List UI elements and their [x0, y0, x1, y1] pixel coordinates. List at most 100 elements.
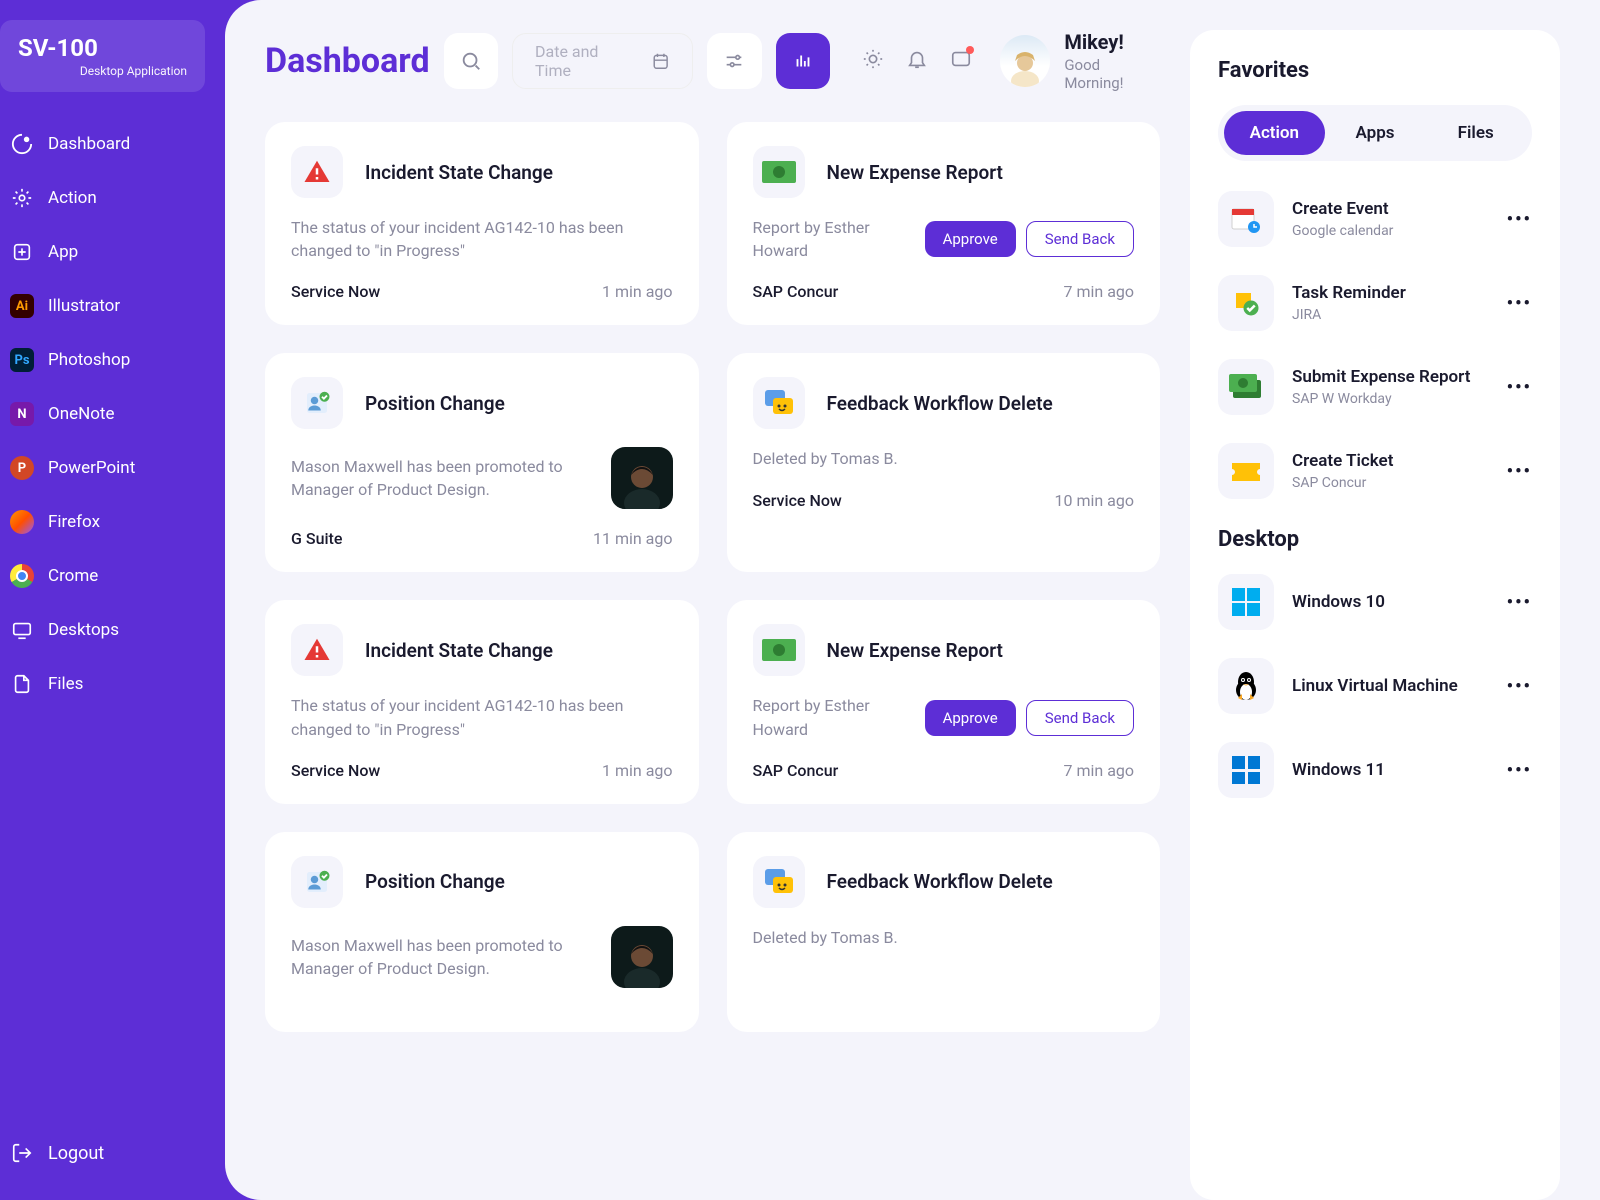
feed-card[interactable]: Feedback Workflow Delete Deleted by Toma… — [727, 832, 1161, 1032]
money-icon — [753, 146, 805, 198]
favorite-item[interactable]: Submit Expense Report SAP W Workday ••• — [1218, 359, 1532, 415]
date-time-picker[interactable]: Date and Time — [512, 33, 693, 89]
card-time: 1 min ago — [602, 761, 673, 780]
nav-action[interactable]: Action — [0, 171, 225, 225]
favorite-item[interactable]: Create Event Google calendar ••• — [1218, 191, 1532, 247]
nav-app[interactable]: App — [0, 225, 225, 279]
nav-label: Illustrator — [48, 296, 120, 316]
nav-chrome[interactable]: Crome — [0, 549, 225, 603]
feed-card[interactable]: Position Change Mason Maxwell has been p… — [265, 832, 699, 1032]
illustrator-icon: Ai — [10, 294, 34, 318]
card-text: Deleted by Tomas B. — [753, 447, 1135, 470]
alert-icon — [291, 624, 343, 676]
approve-button[interactable]: Approve — [925, 221, 1016, 257]
nav-label: OneNote — [48, 404, 115, 424]
person-icon — [291, 377, 343, 429]
card-text: Report by Esther Howard — [753, 216, 913, 262]
card-title: Incident State Change — [365, 639, 553, 662]
card-source: SAP Concur — [753, 761, 839, 780]
tab-files[interactable]: Files — [1425, 111, 1526, 155]
more-icon[interactable]: ••• — [1507, 209, 1532, 230]
card-source: Service Now — [291, 282, 380, 301]
feed-card[interactable]: Position Change Mason Maxwell has been p… — [265, 353, 699, 572]
card-source: Service Now — [291, 761, 380, 780]
card-text: Mason Maxwell has been promoted to Manag… — [291, 455, 599, 501]
stats-button[interactable] — [776, 33, 830, 89]
tab-action[interactable]: Action — [1224, 111, 1325, 155]
card-source: Service Now — [753, 491, 842, 510]
nav-firefox[interactable]: Firefox — [0, 495, 225, 549]
nav-photoshop[interactable]: Ps Photoshop — [0, 333, 225, 387]
tab-apps[interactable]: Apps — [1325, 111, 1426, 155]
desktop-item[interactable]: Windows 10 ••• — [1218, 574, 1532, 630]
header-icons — [862, 48, 972, 74]
nav: Dashboard Action App Ai Illustrator Ps P… — [0, 117, 225, 711]
favorite-item[interactable]: Create Ticket SAP Concur ••• — [1218, 443, 1532, 499]
theme-toggle[interactable] — [862, 48, 884, 74]
nav-illustrator[interactable]: Ai Illustrator — [0, 279, 225, 333]
desktop-list: Windows 10 ••• Linux Virtual Machine •••… — [1218, 574, 1532, 798]
favorite-title: Create Ticket — [1292, 451, 1489, 471]
nav-files[interactable]: Files — [0, 657, 225, 711]
card-title: New Expense Report — [827, 639, 1003, 662]
feedback-icon — [753, 856, 805, 908]
desktop-title-label: Windows 11 — [1292, 760, 1489, 780]
page-title: Dashboard — [265, 41, 430, 81]
favorite-sub: JIRA — [1292, 307, 1489, 323]
feed-card[interactable]: New Expense Report Report by Esther Howa… — [727, 122, 1161, 325]
approve-button[interactable]: Approve — [925, 700, 1016, 736]
card-source: G Suite — [291, 529, 342, 548]
card-time: 7 min ago — [1064, 761, 1135, 780]
card-text: Mason Maxwell has been promoted to Manag… — [291, 934, 599, 980]
user-name: Mikey! — [1064, 30, 1160, 54]
nav-dashboard[interactable]: Dashboard — [0, 117, 225, 171]
favorite-item[interactable]: Task Reminder JIRA ••• — [1218, 275, 1532, 331]
right-panel: Favorites Action Apps Files Create Event… — [1190, 30, 1560, 1200]
feed-card[interactable]: Feedback Workflow Delete Deleted by Toma… — [727, 353, 1161, 572]
nav-label: Crome — [48, 566, 98, 586]
nav-label: Photoshop — [48, 350, 130, 370]
desktop-item[interactable]: Linux Virtual Machine ••• — [1218, 658, 1532, 714]
more-icon[interactable]: ••• — [1507, 293, 1532, 314]
nav-label: Files — [48, 674, 83, 694]
inbox-button[interactable] — [950, 48, 972, 74]
powerpoint-icon: P — [10, 456, 34, 480]
more-icon[interactable]: ••• — [1507, 377, 1532, 398]
card-title: Position Change — [365, 392, 505, 415]
logout-button[interactable]: Logout — [0, 1126, 225, 1180]
calendar-icon — [1218, 191, 1274, 247]
send-back-button[interactable]: Send Back — [1026, 700, 1134, 736]
more-icon[interactable]: ••• — [1507, 760, 1532, 781]
desktop-item[interactable]: Windows 11 ••• — [1218, 742, 1532, 798]
card-text: Report by Esther Howard — [753, 694, 913, 740]
nav-powerpoint[interactable]: P PowerPoint — [0, 441, 225, 495]
more-icon[interactable]: ••• — [1507, 461, 1532, 482]
card-footer: SAP Concur 7 min ago — [753, 761, 1135, 780]
card-text: The status of your incident AG142-10 has… — [291, 694, 673, 740]
nav-desktops[interactable]: Desktops — [0, 603, 225, 657]
more-icon[interactable]: ••• — [1507, 676, 1532, 697]
feed-card[interactable]: New Expense Report Report by Esther Howa… — [727, 600, 1161, 803]
favorite-title: Submit Expense Report — [1292, 367, 1489, 387]
more-icon[interactable]: ••• — [1507, 592, 1532, 613]
favorites-list: Create Event Google calendar ••• Task Re… — [1218, 191, 1532, 499]
feed-card[interactable]: Incident State Change The status of your… — [265, 122, 699, 325]
card-footer: Service Now 1 min ago — [291, 761, 673, 780]
card-title: New Expense Report — [827, 161, 1003, 184]
search-button[interactable] — [444, 33, 498, 89]
user-block[interactable]: Mikey! Good Morning! — [1000, 30, 1160, 92]
filter-button[interactable] — [707, 33, 761, 89]
nav-onenote[interactable]: N OneNote — [0, 387, 225, 441]
expense-icon — [1218, 359, 1274, 415]
card-text: Deleted by Tomas B. — [753, 926, 1135, 949]
calendar-icon — [651, 51, 670, 71]
feed-card[interactable]: Incident State Change The status of your… — [265, 600, 699, 803]
card-time: 10 min ago — [1055, 491, 1135, 510]
nav-label: Desktops — [48, 620, 119, 640]
send-back-button[interactable]: Send Back — [1026, 221, 1134, 257]
card-time: 1 min ago — [602, 282, 673, 301]
notifications-button[interactable] — [906, 48, 928, 74]
card-footer: G Suite 11 min ago — [291, 529, 673, 548]
onenote-icon: N — [10, 402, 34, 426]
date-placeholder: Date and Time — [535, 42, 635, 80]
